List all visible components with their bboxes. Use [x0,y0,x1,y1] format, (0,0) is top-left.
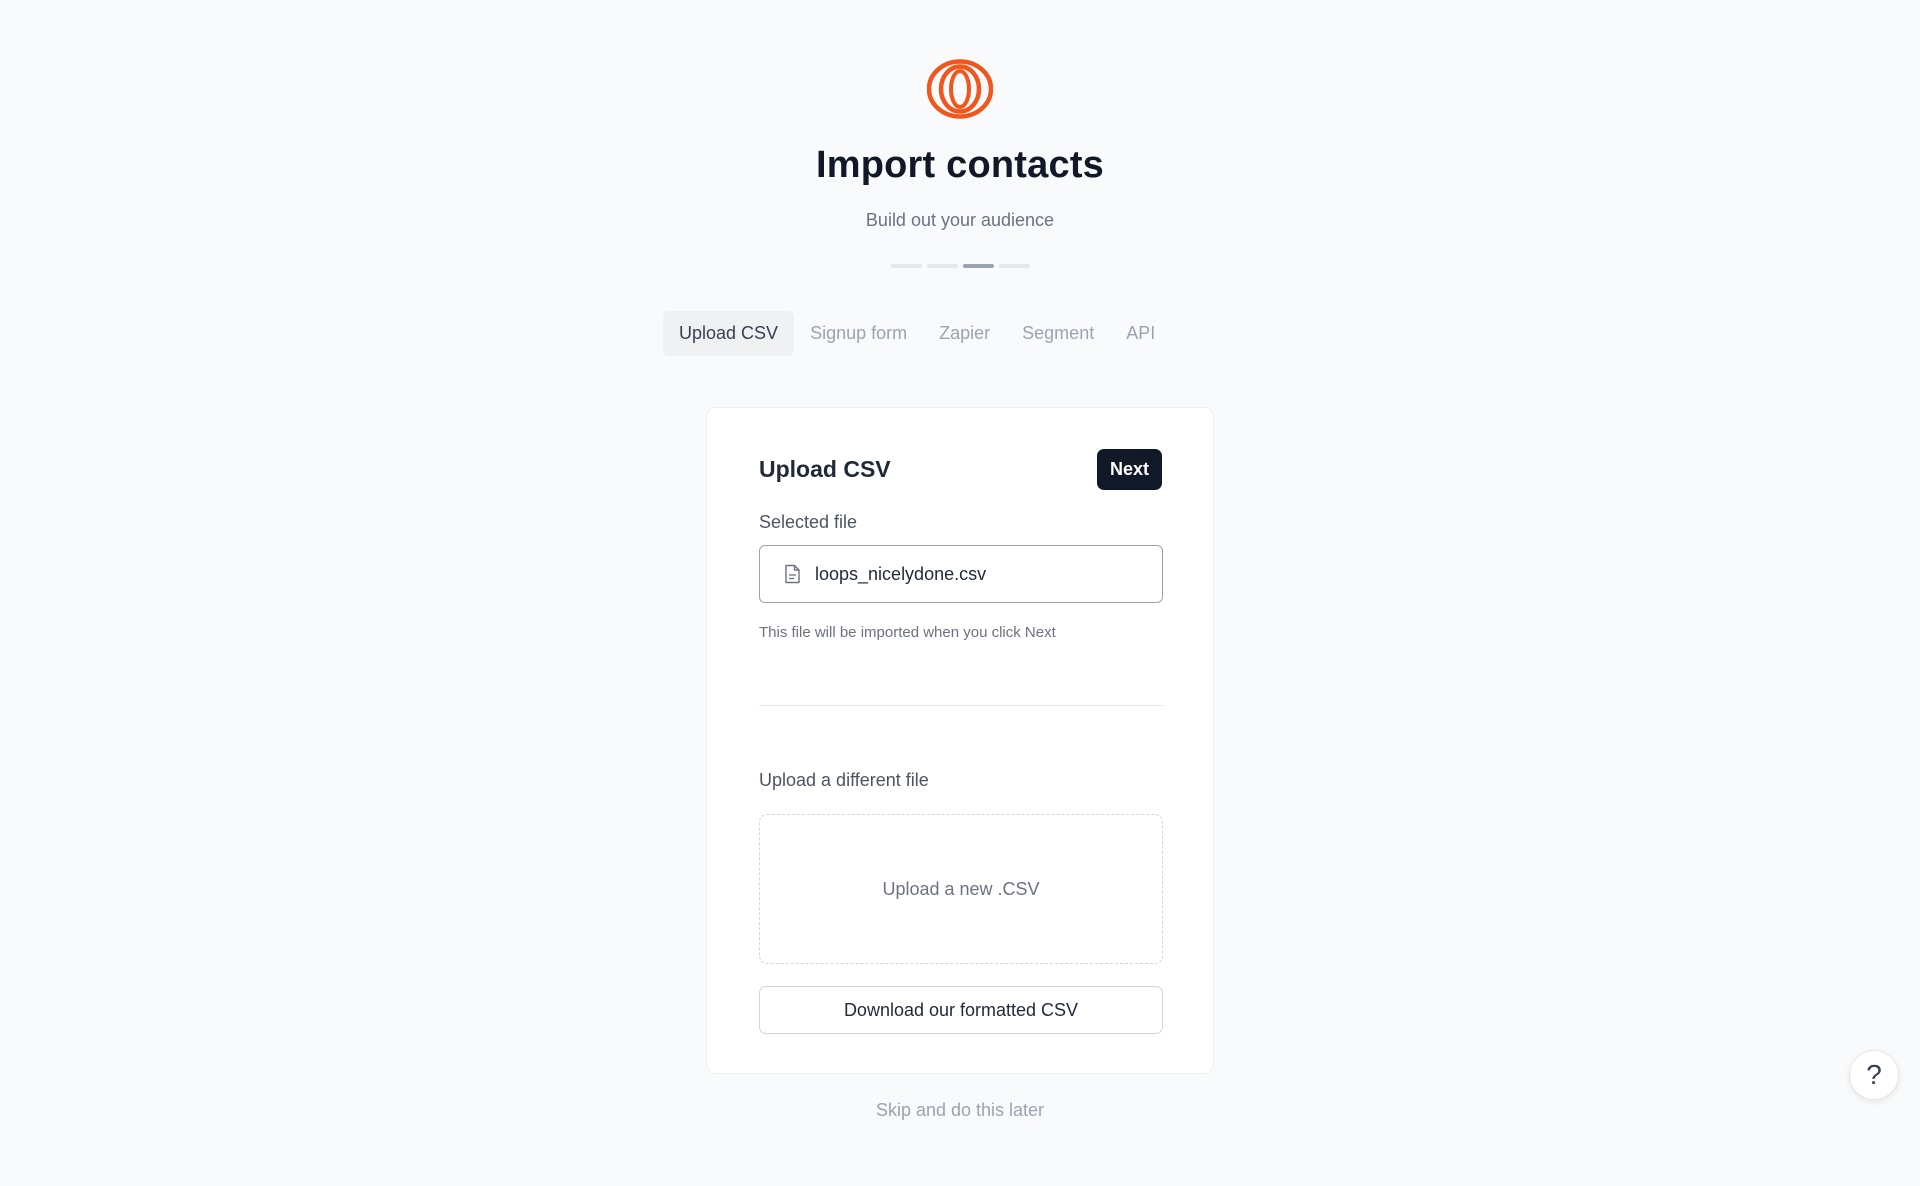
upload-csv-card: Upload CSV Next Selected file loops_nice… [706,407,1214,1074]
download-csv-button[interactable]: Download our formatted CSV [759,986,1163,1034]
import-hint: This file will be imported when you clic… [759,624,1056,641]
import-contacts-page: Import contacts Build out your audience … [0,0,1920,1186]
progress-step [999,264,1030,268]
page-title: Import contacts [815,144,1105,186]
csv-dropzone[interactable]: Upload a new .CSV [759,814,1163,964]
tab-segment[interactable]: Segment [1006,311,1110,356]
tab-upload-csv[interactable]: Upload CSV [663,311,795,356]
selected-file-label: Selected file [759,512,858,532]
import-method-tabs: Upload CSV Signup form Zapier Segment AP… [663,311,1171,356]
page-subtitle: Build out your audience [865,210,1055,230]
selected-file-field[interactable]: loops_nicelydone.csv [759,545,1163,603]
progress-step [927,264,958,268]
progress-step [891,264,922,268]
skip-link[interactable]: Skip and do this later [0,1100,1920,1121]
next-button[interactable]: Next [1096,449,1162,490]
tab-api[interactable]: API [1110,311,1171,356]
progress-steps [891,264,1030,268]
tab-zapier[interactable]: Zapier [923,311,1006,356]
document-icon [785,564,800,584]
loops-logo-icon [927,59,993,119]
help-icon[interactable]: ? [1849,1050,1899,1100]
card-title: Upload CSV [759,456,891,482]
progress-step-current [963,264,994,268]
divider [759,705,1163,706]
file-name: loops_nicelydone.csv [815,563,987,584]
tab-signup-form[interactable]: Signup form [794,311,923,356]
upload-different-label: Upload a different file [759,770,929,790]
